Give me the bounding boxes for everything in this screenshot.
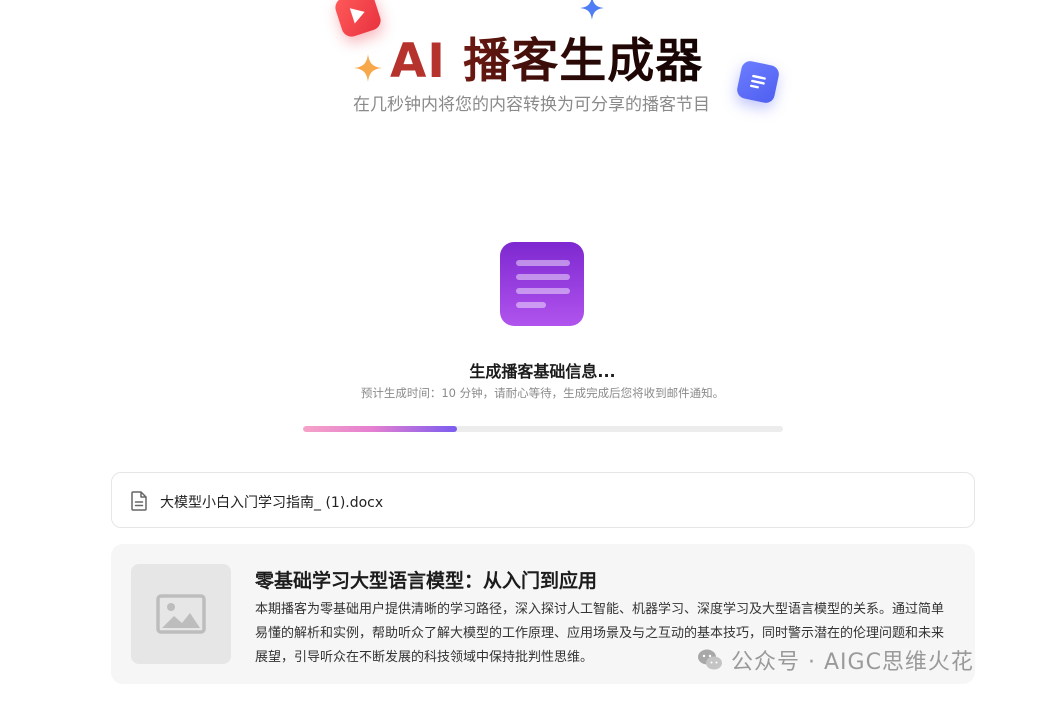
sparkle-icon <box>354 54 382 82</box>
page-subtitle: 在几秒钟内将您的内容转换为可分享的播客节目 <box>353 95 710 115</box>
watermark-text: 公众号 · AIGC思维火花 <box>731 650 974 675</box>
status-subtitle: 预计生成时间：10 分钟，请耐心等待，生成完成后您将收到邮件通知。 <box>360 386 725 400</box>
play-icon <box>332 0 384 40</box>
wechat-icon <box>698 649 722 670</box>
generating-document-icon <box>500 242 584 326</box>
page-title-ai: AI <box>390 34 446 89</box>
sparkle-icon <box>580 0 604 20</box>
progress-bar-fill <box>303 426 457 432</box>
episode-title: 零基础学习大型语言模型：从入门到应用 <box>255 570 598 592</box>
page-title: AI 播客生成器 <box>390 22 703 91</box>
file-icon <box>131 491 147 511</box>
status-title: 生成播客基础信息... <box>469 362 616 381</box>
file-name: 大模型小白入门学习指南_ (1).docx <box>160 495 384 511</box>
page-title-main: 播客生成器 <box>463 34 704 89</box>
watermark: 公众号 · AIGC思维火花 <box>697 644 974 676</box>
hero-header: AI 播客生成器 在几秒钟内将您的内容转换为可分享的播客节目 <box>0 0 1062 130</box>
document-icon <box>735 59 781 105</box>
progress-bar <box>303 426 783 432</box>
episode-thumbnail <box>131 564 231 664</box>
uploaded-file-card[interactable]: 大模型小白入门学习指南_ (1).docx <box>111 472 975 528</box>
image-placeholder-icon <box>156 594 206 634</box>
